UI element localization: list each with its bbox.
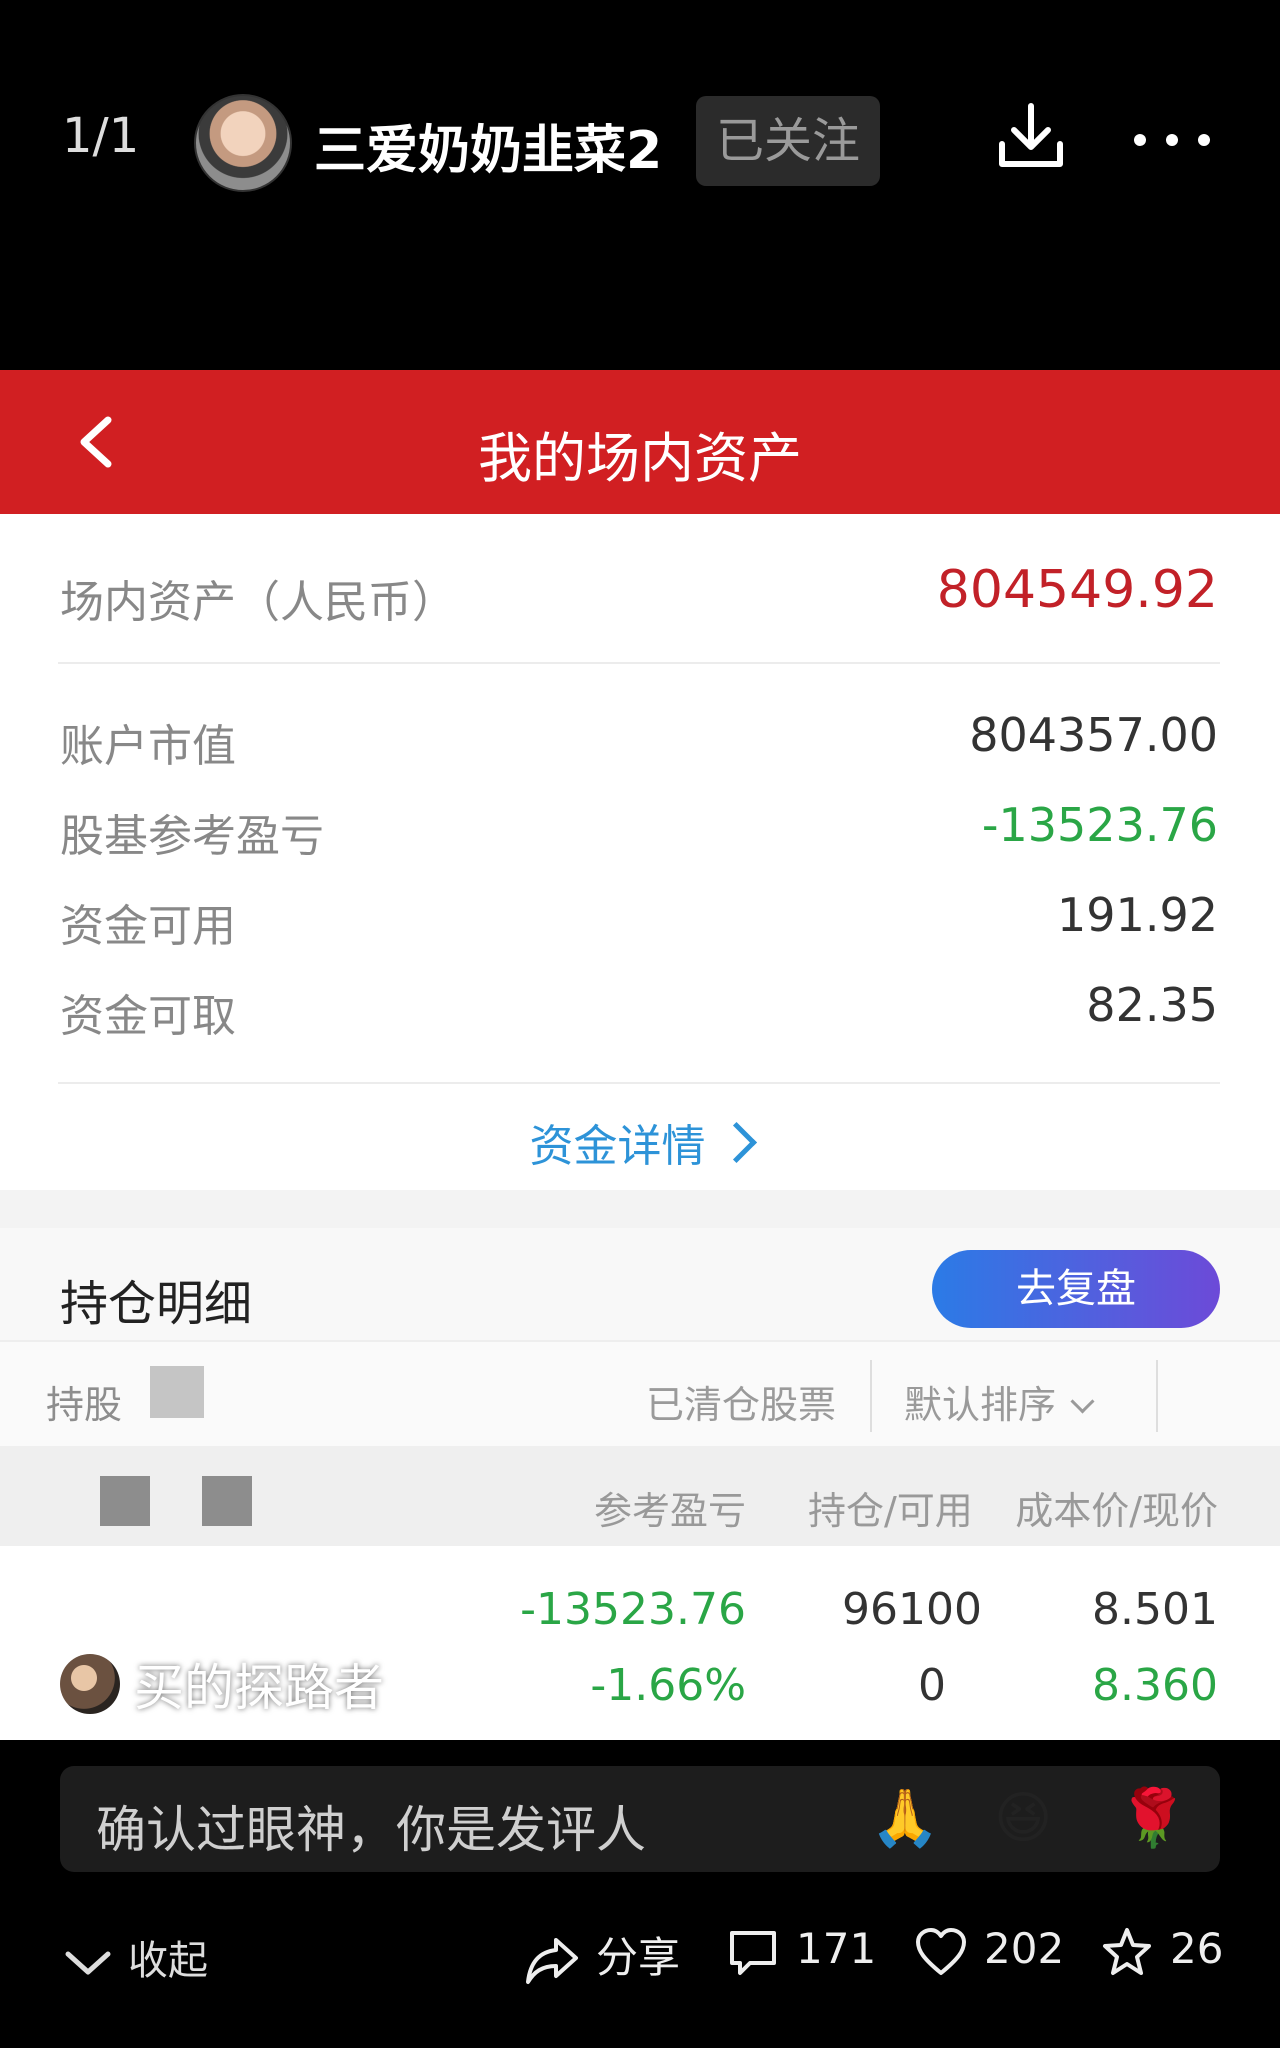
share-icon: [526, 1937, 578, 1984]
column-header-position: 持仓/可用: [808, 1489, 973, 1533]
fund-detail-label: 资金详情: [529, 1121, 706, 1172]
divider: [1156, 1360, 1158, 1432]
chevron-down-icon: [1070, 1389, 1095, 1414]
like-count: 202: [984, 1924, 1065, 1973]
commenter-avatar: [60, 1654, 120, 1714]
chevron-right-icon: [715, 1121, 757, 1164]
comment-input-placeholder: 确认过眼神，你是发评人: [96, 1801, 646, 1859]
review-button[interactable]: 去复盘: [932, 1250, 1220, 1328]
cleared-stocks-tab[interactable]: 已清仓股票: [646, 1374, 836, 1429]
market-value: 804357.00: [969, 708, 1218, 762]
asset-screenshot: 我的场内资产 场内资产（人民币） 804549.92 账户市值 804357.0…: [0, 370, 1280, 1740]
sort-label: 默认排序: [904, 1383, 1057, 1427]
row-cost: 8.501: [1092, 1584, 1218, 1635]
row-pnl-pct: -1.66%: [590, 1660, 746, 1711]
page-title: 我的场内资产: [478, 427, 802, 490]
star-icon: [1103, 1927, 1151, 1975]
total-asset-label: 场内资产（人民币）: [60, 577, 456, 628]
page-counter: 1/1: [62, 108, 140, 164]
section-gap: [0, 1190, 1280, 1228]
withdrawable-funds-value: 82.35: [1086, 978, 1218, 1032]
divider: [58, 1082, 1220, 1084]
row-position: 96100: [842, 1584, 982, 1635]
available-funds-value: 191.92: [1057, 888, 1218, 942]
author-name[interactable]: 三爱奶奶韭菜2: [314, 108, 662, 183]
row-available: 0: [918, 1660, 946, 1711]
column-header-pnl: 参考盈亏: [594, 1489, 747, 1533]
post-header: 1/1 三爱奶奶韭菜2 已关注: [0, 0, 1280, 280]
share-label: 分享: [596, 1933, 681, 1982]
comment-count: 171: [796, 1924, 877, 1973]
pnl-label: 股基参考盈亏: [60, 811, 324, 862]
pnl-value: -13523.76: [981, 798, 1218, 852]
author-avatar[interactable]: [194, 94, 292, 192]
sort-dropdown[interactable]: 默认排序: [904, 1374, 1095, 1429]
redacted-block: [100, 1476, 150, 1526]
market-value-label: 账户市值: [60, 721, 236, 772]
share-button[interactable]: 分享: [524, 1924, 680, 1986]
comment-icon: [730, 1930, 776, 1975]
favorite-button[interactable]: 26: [1100, 1924, 1223, 1978]
bottom-action-bar: 收起 分享 171 202 26: [0, 1900, 1280, 2020]
download-icon[interactable]: [994, 100, 1068, 174]
follow-button[interactable]: 已关注: [696, 96, 880, 186]
laugh-emoji-icon[interactable]: 😆: [994, 1786, 1052, 1852]
app-header: 我的场内资产: [0, 370, 1280, 514]
column-header-price: 成本价/现价: [1015, 1489, 1218, 1533]
holdings-filter-label[interactable]: 持股: [46, 1374, 122, 1429]
comment-input[interactable]: 确认过眼神，你是发评人 🙏 😆 🌹: [60, 1766, 1220, 1872]
heart-icon: [916, 1927, 966, 1975]
holdings-table-header: 参考盈亏 持仓/可用 成本价/现价: [0, 1446, 1280, 1546]
like-button[interactable]: 202: [914, 1924, 1064, 1977]
row-price: 8.360: [1092, 1660, 1218, 1711]
rose-emoji-icon[interactable]: 🌹: [1118, 1786, 1188, 1852]
collapse-button[interactable]: 收起: [64, 1928, 208, 1986]
holdings-title: 持仓明细: [60, 1276, 253, 1332]
more-icon[interactable]: [1130, 120, 1214, 160]
redacted-block: [202, 1476, 252, 1526]
pray-emoji-icon[interactable]: 🙏: [870, 1786, 940, 1852]
withdrawable-funds-label: 资金可取: [60, 991, 236, 1042]
total-asset-value: 804549.92: [936, 560, 1218, 620]
reply-count[interactable]: 6条回复: [416, 1648, 598, 1720]
comments-button[interactable]: 171: [726, 1924, 876, 1977]
redacted-block: [150, 1366, 204, 1418]
commenter-name: 买的探路者: [134, 1659, 384, 1717]
favorite-count: 26: [1170, 1924, 1224, 1973]
divider: [870, 1360, 872, 1432]
fund-detail-link[interactable]: 资金详情: [0, 1110, 1280, 1174]
divider: [58, 662, 1220, 664]
chevron-down-icon: [65, 1951, 111, 1975]
collapse-label: 收起: [128, 1938, 208, 1984]
row-pnl: -13523.76: [520, 1584, 746, 1635]
filter-bar: 持股 已清仓股票 默认排序: [0, 1340, 1280, 1448]
available-funds-label: 资金可用: [60, 901, 236, 952]
